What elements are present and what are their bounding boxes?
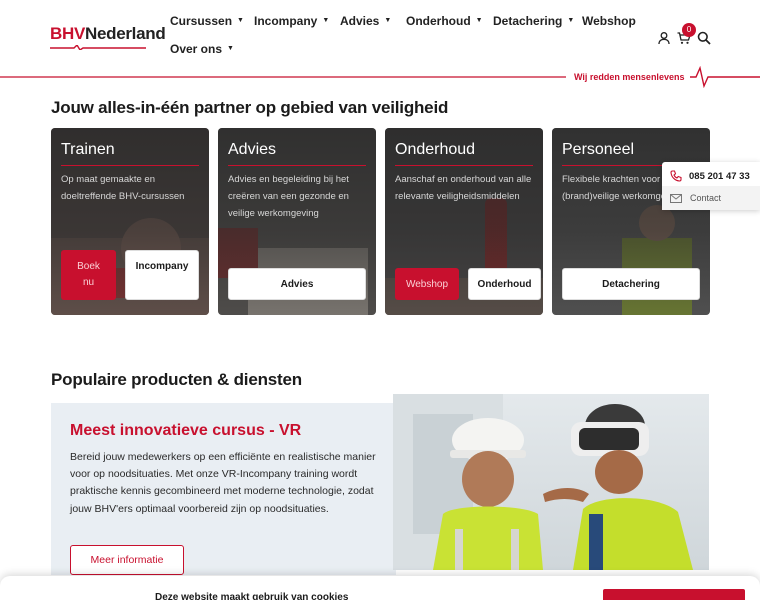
contact-link[interactable]: Contact — [662, 186, 760, 210]
card-description: Op maat gemaakte en doeltreffende BHV-cu… — [61, 174, 185, 202]
cookie-accept-button[interactable] — [603, 589, 745, 600]
card-description: Advies en begeleiding bij het creëren va… — [228, 174, 349, 219]
promo-description: Bereid jouw medewerkers op een efficiënt… — [70, 451, 376, 515]
caret-down-icon: ▼ — [384, 17, 392, 25]
detachering-button[interactable]: Detachering — [562, 268, 700, 300]
logo-wordmark: BHVNederland — [50, 24, 166, 44]
nav-item-incompany[interactable]: Incompany ▼ — [254, 14, 329, 28]
caret-down-icon: ▼ — [322, 17, 330, 25]
logo-text-nederland: Nederland — [85, 24, 166, 43]
nav-item-label: Advies — [340, 14, 380, 28]
user-icon[interactable] — [657, 31, 671, 45]
onderhoud-button[interactable]: Onderhoud — [468, 268, 541, 300]
nav-item-label: Incompany — [254, 14, 318, 28]
cookie-message: Deze website maakt gebruik van cookies — [155, 592, 349, 600]
nav-item-webshop[interactable]: Webshop — [582, 14, 636, 28]
nav-item-onderhoud[interactable]: Onderhoud ▼ — [406, 14, 483, 28]
card-divider — [228, 165, 366, 166]
logo-heartbeat-line — [50, 45, 146, 50]
nav-item-label: Webshop — [582, 14, 636, 28]
advies-button[interactable]: Advies — [228, 268, 366, 300]
card-title: Personeel — [562, 141, 635, 158]
nav-item-label: Detachering — [493, 14, 563, 28]
nav-item-label: Cursussen — [170, 14, 233, 28]
card-divider — [61, 165, 199, 166]
button-label: Onderhoud — [477, 278, 532, 290]
card-trainen: Trainen Op maat gemaakte en doeltreffend… — [51, 128, 209, 315]
mail-icon — [670, 193, 682, 203]
promo-title: Meest innovatieve cursus - VR — [70, 422, 302, 439]
caret-down-icon: ▼ — [567, 17, 575, 25]
webshop-button[interactable]: Webshop — [395, 268, 459, 300]
tagline: Wij redden mensenlevens — [574, 72, 685, 82]
boek-nu-button[interactable]: Boek nu — [61, 250, 116, 300]
card-advies: Advies Advies en begeleiding bij het cre… — [218, 128, 376, 315]
button-label: Webshop — [405, 278, 449, 290]
logo[interactable]: BHVNederland — [50, 24, 166, 50]
contact-widget: 085 201 47 33 Contact — [662, 162, 760, 210]
button-label: Detachering — [602, 278, 660, 290]
nav-item-label: Onderhoud — [406, 14, 471, 28]
meer-informatie-button[interactable]: Meer informatie — [70, 545, 184, 575]
promo-card: Meest innovatieve cursus - VR Bereid jou… — [51, 403, 396, 575]
site-header: BHVNederland Cursussen ▼ Incompany ▼ Advie… — [0, 0, 760, 90]
vr-training-illustration — [393, 394, 709, 570]
phone-icon — [670, 170, 682, 182]
nav-item-over-ons[interactable]: Over ons ▼ — [170, 42, 234, 56]
promo-photo-vr-training — [393, 394, 709, 570]
card-divider — [395, 165, 533, 166]
card-title: Advies — [228, 141, 277, 158]
caret-down-icon: ▼ — [227, 45, 234, 53]
logo-text-bhv: BHV — [50, 24, 85, 43]
popular-section-title: Populaire producten & diensten — [51, 370, 302, 389]
page-title: Jouw alles-in-één partner op gebied van … — [51, 98, 449, 117]
nav-item-cursussen[interactable]: Cursussen ▼ — [170, 14, 244, 28]
caret-down-icon: ▼ — [237, 17, 244, 25]
nav-item-advies[interactable]: Advies ▼ — [340, 14, 391, 28]
card-description: Aanschaf en onderhoud van alle relevante… — [395, 174, 532, 202]
contact-label: Contact — [690, 193, 722, 203]
card-onderhoud: Onderhoud Aanschaf en onderhoud van alle… — [385, 128, 543, 315]
incompany-button[interactable]: Incompany — [125, 250, 199, 300]
phone-link[interactable]: 085 201 47 33 — [670, 166, 760, 186]
caret-down-icon: ▼ — [475, 17, 483, 25]
nav-item-label: Over ons — [170, 42, 223, 56]
button-label: Advies — [280, 278, 314, 290]
button-label: Boek nu — [77, 261, 100, 288]
phone-number: 085 201 47 33 — [689, 170, 750, 182]
card-title: Onderhoud — [395, 141, 476, 158]
button-label: Incompany — [135, 261, 189, 272]
cart-count-badge: 0 — [682, 23, 696, 37]
card-title: Trainen — [61, 141, 115, 158]
cookie-banner: Deze website maakt gebruik van cookies — [0, 576, 760, 600]
search-icon[interactable] — [697, 31, 711, 45]
button-label: Meer informatie — [90, 554, 164, 566]
nav-item-detachering[interactable]: Detachering ▼ — [493, 14, 574, 28]
card-personeel: Personeel Flexibele krachten voor (brand… — [552, 128, 710, 315]
